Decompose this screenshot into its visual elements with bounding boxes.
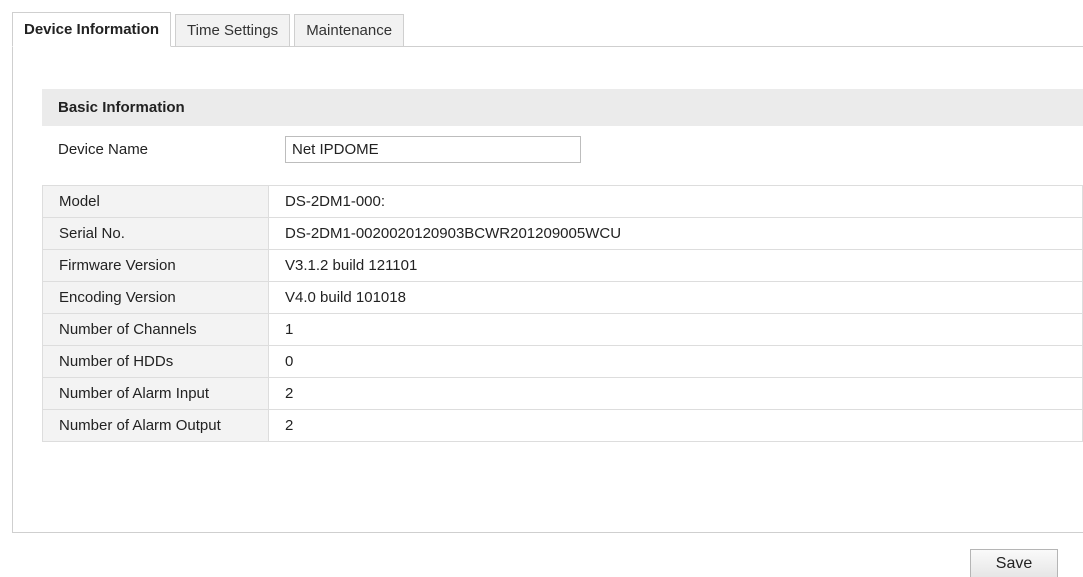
- tab-time-settings[interactable]: Time Settings: [175, 14, 291, 47]
- firmware-version-label: Firmware Version: [42, 249, 269, 282]
- table-row-number-of-alarm-output: Number of Alarm Output 2: [42, 409, 1083, 442]
- number-of-alarm-input-value: 2: [268, 377, 1083, 410]
- number-of-hdds-label: Number of HDDs: [42, 345, 269, 378]
- serial-no-label: Serial No.: [42, 217, 269, 250]
- table-row-number-of-hdds: Number of HDDs 0: [42, 345, 1083, 378]
- tab-maintenance[interactable]: Maintenance: [294, 14, 405, 47]
- table-row-firmware-version: Firmware Version V3.1.2 build 121101: [42, 249, 1083, 282]
- number-of-alarm-output-label: Number of Alarm Output: [42, 409, 269, 442]
- tab-device-information[interactable]: Device Information: [12, 12, 172, 47]
- device-name-row: Device Name: [42, 135, 1083, 165]
- table-row-model: Model DS-2DM1-000:: [42, 185, 1083, 218]
- encoding-version-value: V4.0 build 101018: [268, 281, 1083, 314]
- device-name-label: Device Name: [58, 141, 149, 158]
- device-name-input[interactable]: [285, 136, 581, 163]
- encoding-version-label: Encoding Version: [42, 281, 269, 314]
- number-of-alarm-output-value: 2: [268, 409, 1083, 442]
- tab-panel: Basic Information Device Name Model DS-2…: [12, 46, 1083, 533]
- number-of-channels-label: Number of Channels: [42, 313, 269, 346]
- table-row-number-of-alarm-input: Number of Alarm Input 2: [42, 377, 1083, 410]
- device-info-table: Model DS-2DM1-000: Serial No. DS-2DM1-00…: [42, 185, 1083, 442]
- firmware-version-value: V3.1.2 build 121101: [268, 249, 1083, 282]
- number-of-channels-value: 1: [268, 313, 1083, 346]
- table-row-encoding-version: Encoding Version V4.0 build 101018: [42, 281, 1083, 314]
- table-row-serial-no: Serial No. DS-2DM1-0020020120903BCWR2012…: [42, 217, 1083, 250]
- table-row-number-of-channels: Number of Channels 1: [42, 313, 1083, 346]
- save-button[interactable]: Save: [970, 549, 1058, 577]
- number-of-hdds-value: 0: [268, 345, 1083, 378]
- model-value: DS-2DM1-000:: [268, 185, 1083, 218]
- basic-information-header: Basic Information: [42, 89, 1083, 126]
- device-configuration-page: Device Information Time Settings Mainten…: [0, 0, 1083, 577]
- number-of-alarm-input-label: Number of Alarm Input: [42, 377, 269, 410]
- serial-no-value: DS-2DM1-0020020120903BCWR201209005WCU: [268, 217, 1083, 250]
- model-label: Model: [42, 185, 269, 218]
- tab-bar: Device Information Time Settings Mainten…: [12, 12, 408, 47]
